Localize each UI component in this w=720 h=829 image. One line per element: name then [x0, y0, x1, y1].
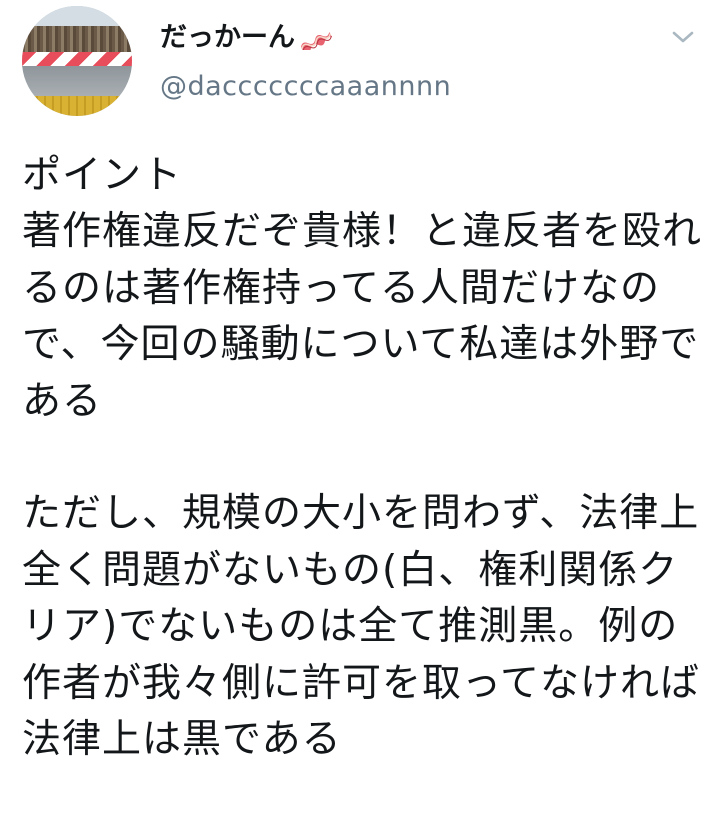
avatar[interactable]: [22, 6, 132, 116]
chevron-down-icon: [672, 31, 694, 43]
tweet-menu-button[interactable]: [668, 24, 698, 50]
tweet-text: ポイント 著作権違反だぞ貴様！と違反者を殴れるのは著作権持ってる人間だけなので、…: [22, 153, 703, 763]
username[interactable]: @dacccccccaaannnn: [160, 70, 451, 104]
bacon-icon: [300, 31, 333, 50]
display-name[interactable]: だっかーん: [160, 22, 335, 54]
display-name-text: だっかーん: [160, 22, 295, 53]
tweet-header: だっかーん @dacccccccaaannnn: [0, 0, 720, 130]
